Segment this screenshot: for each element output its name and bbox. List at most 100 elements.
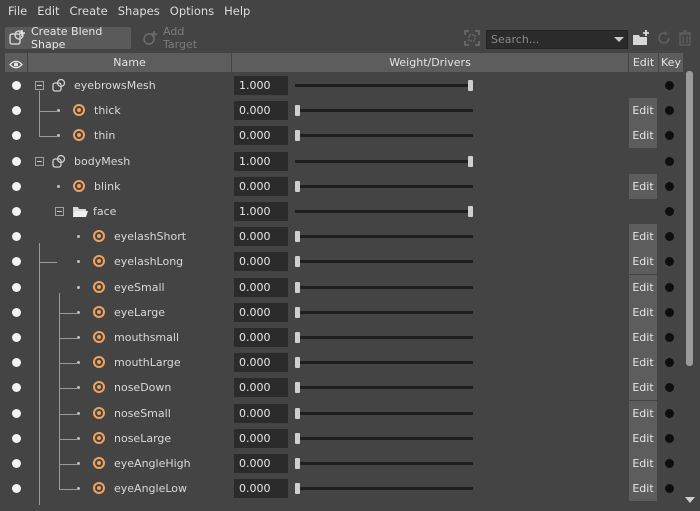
key-indicator[interactable] [665, 207, 674, 216]
tree-row[interactable]: eyelashShort 0.000 Edit [5, 224, 683, 249]
tree-row[interactable]: face 1.000 [5, 199, 683, 224]
scrollbar-thumb[interactable] [686, 71, 693, 366]
search-dropdown-icon[interactable] [614, 37, 624, 42]
weight-slider-handle[interactable] [468, 80, 473, 91]
key-indicator[interactable] [665, 308, 674, 317]
key-indicator[interactable] [665, 232, 674, 241]
visibility-toggle[interactable] [12, 81, 21, 90]
weight-slider-handle[interactable] [468, 206, 473, 217]
key-indicator[interactable] [665, 333, 674, 342]
row-name[interactable]: eyeSmall [114, 275, 165, 300]
tree-row[interactable]: eyeAngleHigh 0.000 Edit [5, 451, 683, 476]
weight-slider[interactable] [295, 458, 473, 469]
weight-slider[interactable] [295, 332, 473, 343]
weight-field[interactable]: 1.000 [234, 76, 288, 95]
edit-column-header[interactable]: Edit [629, 53, 658, 72]
visibility-toggle[interactable] [12, 207, 21, 216]
edit-target-button[interactable]: Edit [629, 451, 657, 476]
weight-field[interactable]: 0.000 [234, 479, 288, 498]
key-indicator[interactable] [665, 106, 674, 115]
tree-row[interactable]: noseSmall 0.000 Edit [5, 401, 683, 426]
weight-slider[interactable] [295, 307, 473, 318]
edit-target-button[interactable]: Edit [629, 325, 657, 350]
key-indicator[interactable] [665, 383, 674, 392]
weight-slider-handle[interactable] [295, 130, 300, 141]
weight-slider[interactable] [295, 282, 473, 293]
row-name[interactable]: eyebrowsMesh [74, 73, 156, 98]
name-column-header[interactable]: Name [28, 53, 231, 72]
weight-slider-handle[interactable] [295, 332, 300, 343]
visibility-toggle[interactable] [12, 484, 21, 493]
key-indicator[interactable] [665, 283, 674, 292]
tree-row[interactable]: eyelashLong 0.000 Edit [5, 249, 683, 274]
weight-slider[interactable] [295, 80, 473, 91]
visibility-toggle[interactable] [12, 257, 21, 266]
weight-field[interactable]: 0.000 [234, 227, 288, 246]
row-name[interactable]: noseDown [114, 375, 171, 400]
edit-target-button[interactable]: Edit [629, 98, 657, 123]
visibility-column-header[interactable] [5, 53, 27, 72]
visibility-toggle[interactable] [12, 333, 21, 342]
row-name[interactable]: mouthLarge [114, 350, 181, 375]
edit-target-button[interactable]: Edit [629, 224, 657, 249]
edit-target-button[interactable]: Edit [629, 249, 657, 274]
key-indicator[interactable] [665, 81, 674, 90]
search-input[interactable] [487, 33, 611, 46]
weight-slider-handle[interactable] [295, 181, 300, 192]
weight-field[interactable]: 0.000 [234, 454, 288, 473]
refresh-icon[interactable] [656, 30, 672, 46]
weight-field[interactable]: 0.000 [234, 278, 288, 297]
tree-row[interactable]: thin 0.000 Edit [5, 123, 683, 148]
weight-slider-handle[interactable] [295, 307, 300, 318]
tree-row[interactable]: eyeSmall 0.000 Edit [5, 275, 683, 300]
key-indicator[interactable] [665, 459, 674, 468]
weight-slider[interactable] [295, 256, 473, 267]
weight-slider[interactable] [295, 408, 473, 419]
weight-slider-handle[interactable] [295, 433, 300, 444]
weight-field[interactable]: 0.000 [234, 429, 288, 448]
weight-slider-handle[interactable] [295, 458, 300, 469]
weight-slider-handle[interactable] [295, 256, 300, 267]
tree-row[interactable]: blink 0.000 Edit [5, 174, 683, 199]
edit-target-button[interactable]: Edit [629, 275, 657, 300]
menu-file[interactable]: File [3, 0, 32, 22]
weight-field[interactable]: 0.000 [234, 328, 288, 347]
visibility-toggle[interactable] [12, 157, 21, 166]
frame-selection-icon[interactable] [464, 30, 480, 46]
tree-row[interactable]: eyeAngleLow 0.000 Edit [5, 476, 683, 501]
menu-create[interactable]: Create [65, 0, 113, 22]
menu-help[interactable]: Help [219, 0, 255, 22]
row-name[interactable]: face [93, 199, 116, 224]
row-name[interactable]: bodyMesh [74, 149, 130, 174]
vertical-scrollbar[interactable] [684, 53, 696, 505]
weight-field[interactable]: 0.000 [234, 404, 288, 423]
key-indicator[interactable] [665, 157, 674, 166]
row-name[interactable]: thin [94, 123, 115, 148]
weight-field[interactable]: 1.000 [234, 152, 288, 171]
tree-row[interactable]: mouthLarge 0.000 Edit [5, 350, 683, 375]
delete-icon[interactable] [678, 30, 692, 46]
add-target-button[interactable]: Add Target [138, 25, 220, 51]
scroll-down-icon[interactable] [685, 497, 695, 503]
key-indicator[interactable] [665, 182, 674, 191]
edit-target-button[interactable]: Edit [629, 174, 657, 199]
menu-options[interactable]: Options [165, 0, 219, 22]
weight-slider-handle[interactable] [295, 282, 300, 293]
menu-edit[interactable]: Edit [32, 0, 64, 22]
weight-field[interactable]: 0.000 [234, 177, 288, 196]
key-column-header[interactable]: Key [659, 53, 683, 72]
collapse-icon[interactable] [55, 207, 64, 216]
weight-slider[interactable] [295, 433, 473, 444]
visibility-toggle[interactable] [12, 106, 21, 115]
edit-target-button[interactable]: Edit [629, 426, 657, 451]
visibility-toggle[interactable] [12, 283, 21, 292]
weight-column-header[interactable]: Weight/Drivers [232, 53, 628, 72]
weight-slider-handle[interactable] [295, 231, 300, 242]
visibility-toggle[interactable] [12, 409, 21, 418]
tree-row[interactable]: eyeLarge 0.000 Edit [5, 300, 683, 325]
weight-field[interactable]: 1.000 [234, 202, 288, 221]
visibility-toggle[interactable] [12, 459, 21, 468]
edit-target-button[interactable]: Edit [629, 401, 657, 426]
weight-slider[interactable] [295, 231, 473, 242]
row-name[interactable]: eyeAngleLow [114, 476, 187, 501]
